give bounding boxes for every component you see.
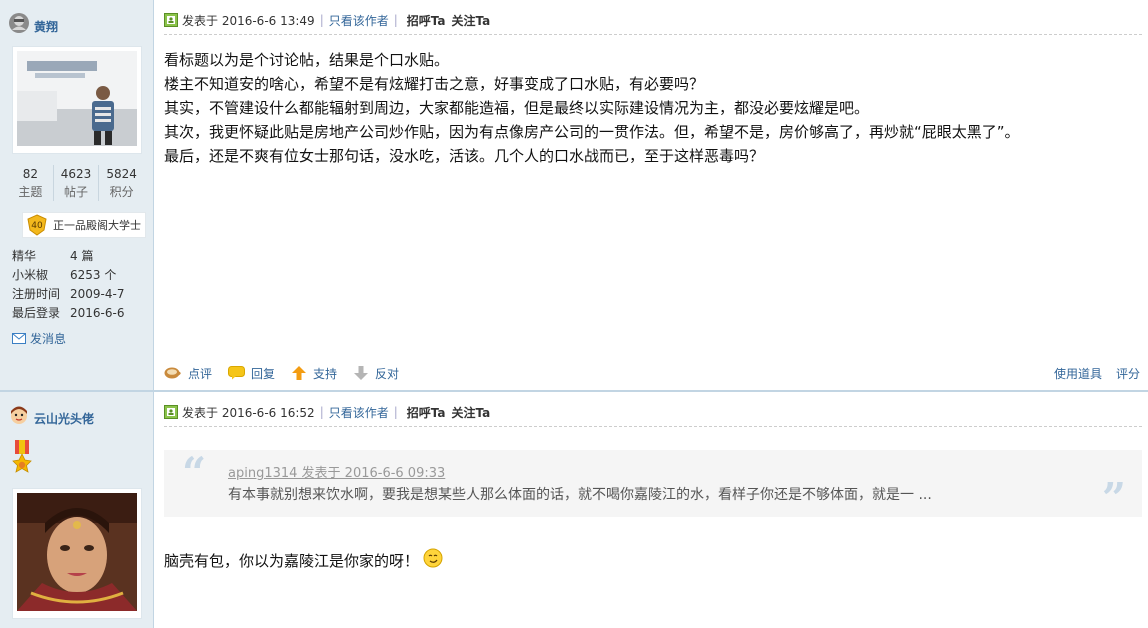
support-button[interactable]: 支持 bbox=[291, 365, 337, 382]
only-author-link[interactable]: 只看该作者 bbox=[329, 404, 389, 421]
author-name[interactable]: 黄翔 bbox=[34, 18, 58, 35]
stat-topics[interactable]: 82 主题 bbox=[8, 165, 54, 201]
reply-content: 脑壳有包，你以为嘉陵江是你家的呀！ bbox=[164, 548, 443, 571]
author-stats: 82 主题 4623 帖子 5824 积分 bbox=[8, 165, 144, 201]
use-tools-link[interactable]: 使用道具 bbox=[1054, 365, 1102, 382]
info-row-register: 注册时间 2009-4-7 bbox=[12, 285, 148, 304]
quote-close-icon: ” bbox=[1101, 474, 1126, 523]
post-time: 发表于 2016-6-6 13:49 bbox=[182, 13, 315, 28]
arrow-down-icon bbox=[354, 366, 369, 380]
content-line: 其次，我更怀疑此贴是房地产公司炒作贴，因为有点像房产公司的一贯作法。但，希望不是… bbox=[164, 123, 1020, 141]
author-photo[interactable] bbox=[12, 46, 142, 154]
stat-posts-label: 帖子 bbox=[64, 185, 89, 199]
post-1: 黄翔 82 主题 4623 帖子 5824 积分 40 正一品殿阁大学士 精华 … bbox=[0, 0, 1148, 394]
meta-separator: | bbox=[393, 13, 398, 27]
follow-link[interactable]: 关注Ta bbox=[452, 404, 491, 421]
smirk-emoji-icon bbox=[423, 548, 443, 567]
post-content: 看标题以为是个讨论帖，结果是个口水贴。 楼主不知道安的啥心，希望不是有炫耀打击之… bbox=[164, 48, 1138, 168]
reply-text: 脑壳有包，你以为嘉陵江是你家的呀！ bbox=[164, 552, 420, 570]
author-info: 精华 4 篇 小米椒 6253 个 注册时间 2009-4-7 最后登录 201… bbox=[12, 247, 148, 323]
info-value: 2016-6-6 bbox=[70, 306, 125, 320]
quote-open-icon: “ bbox=[182, 448, 207, 497]
content-line: 楼主不知道安的啥心，希望不是有炫耀打击之意，好事变成了口水贴，有必要吗？ bbox=[164, 75, 705, 93]
online-status-icon bbox=[164, 13, 178, 27]
meta-separator: | bbox=[393, 405, 398, 419]
info-value: 6253 个 bbox=[70, 268, 117, 282]
send-message-link[interactable]: 发消息 bbox=[12, 330, 66, 347]
user-default-avatar-icon[interactable] bbox=[8, 12, 30, 34]
post-main: 发表于 2016-6-6 13:49 | 只看该作者 | 招呼Ta 关注Ta 看… bbox=[154, 0, 1148, 392]
oppose-button[interactable]: 反对 bbox=[353, 365, 399, 382]
info-key: 小米椒 bbox=[12, 268, 49, 282]
meta-divider bbox=[164, 426, 1142, 427]
author-photo[interactable] bbox=[12, 488, 142, 619]
quote-source-link[interactable]: aping1314 发表于 2016-6-6 09:33 bbox=[228, 462, 445, 481]
meta-separator: | bbox=[319, 13, 324, 27]
post-time: 发表于 2016-6-6 16:52 bbox=[182, 405, 315, 420]
envelope-icon bbox=[12, 333, 26, 344]
info-row-last-login: 最后登录 2016-6-6 bbox=[12, 304, 148, 323]
support-label: 支持 bbox=[313, 366, 338, 381]
comment-button[interactable]: 点评 bbox=[164, 365, 212, 382]
post-main: 发表于 2016-6-6 16:52 | 只看该作者 | 招呼Ta 关注Ta “… bbox=[154, 392, 1148, 628]
meta-divider bbox=[164, 34, 1142, 35]
content-line: 其实，不管建设什么都能辐射到周边，大家都能造福，但是最终以实际建设情况为主，都没… bbox=[164, 99, 870, 117]
rank-title: 正一品殿阁大学士 bbox=[53, 219, 141, 232]
online-status-icon bbox=[164, 405, 178, 419]
info-value: 4 篇 bbox=[70, 249, 94, 263]
greet-link[interactable]: 招呼Ta bbox=[407, 404, 446, 421]
rate-link[interactable]: 评分 bbox=[1116, 365, 1140, 382]
author-name[interactable]: 云山光头佬 bbox=[34, 410, 94, 427]
send-message-label: 发消息 bbox=[30, 332, 67, 346]
reply-bubble-icon bbox=[228, 366, 246, 380]
content-line: 最后，还是不爽有位女士那句话，没水吃，活该。几个人的口水战而已，至于这样恶毒吗？ bbox=[164, 147, 765, 165]
post-actions: 点评 回复 支持 反对 使用道具 评分 bbox=[164, 362, 1148, 384]
user-cartoon-avatar-icon[interactable] bbox=[8, 404, 30, 426]
stat-points-count: 5824 bbox=[106, 167, 137, 181]
author-sidebar: 黄翔 82 主题 4623 帖子 5824 积分 40 正一品殿阁大学士 精华 … bbox=[0, 0, 154, 392]
follow-link[interactable]: 关注Ta bbox=[452, 12, 491, 29]
greet-link[interactable]: 招呼Ta bbox=[407, 12, 446, 29]
info-key: 注册时间 bbox=[12, 287, 61, 301]
meta-separator: | bbox=[319, 405, 324, 419]
content-line: 看标题以为是个讨论帖，结果是个口水贴。 bbox=[164, 51, 450, 69]
author-sidebar: 云山光头佬 bbox=[0, 392, 154, 628]
author-photo-image bbox=[17, 51, 137, 146]
stat-posts[interactable]: 4623 帖子 bbox=[54, 165, 100, 201]
stat-topics-label: 主题 bbox=[18, 185, 43, 199]
rank-badge-row: 40 正一品殿阁大学士 bbox=[22, 212, 146, 238]
rank-level: 40 bbox=[31, 221, 43, 231]
quote-block: “ aping1314 发表于 2016-6-6 09:33 有本事就别想来饮水… bbox=[164, 448, 1142, 523]
info-row-essence: 精华 4 篇 bbox=[12, 247, 148, 266]
post-2: 云山光头佬 发表于 2016-6-6 16:52 | 只看该作者 | 招呼Ta … bbox=[0, 392, 1148, 628]
quote-text: 有本事就别想来饮水啊，要我是想某些人那么体面的话，就不喝你嘉陵江的水，看样子你还… bbox=[228, 487, 932, 503]
info-row-pepper: 小米椒 6253 个 bbox=[12, 266, 148, 285]
info-key: 最后登录 bbox=[12, 306, 61, 320]
stat-posts-count: 4623 bbox=[60, 167, 92, 181]
info-value: 2009-4-7 bbox=[70, 287, 125, 301]
post-meta-bar: 发表于 2016-6-6 13:49 | 只看该作者 | 招呼Ta 关注Ta bbox=[164, 10, 1148, 30]
stat-topics-count: 82 bbox=[22, 167, 38, 181]
stat-points[interactable]: 5824 积分 bbox=[99, 165, 144, 201]
author-header: 黄翔 bbox=[8, 10, 58, 35]
author-header: 云山光头佬 bbox=[8, 402, 94, 427]
stat-points-label: 积分 bbox=[109, 185, 134, 199]
oppose-label: 反对 bbox=[375, 366, 400, 381]
comment-label: 点评 bbox=[188, 366, 213, 381]
only-author-link[interactable]: 只看该作者 bbox=[329, 12, 389, 29]
medal-icon bbox=[12, 440, 32, 473]
post-actions-right: 使用道具 评分 bbox=[1040, 362, 1140, 384]
info-key: 精华 bbox=[12, 249, 37, 263]
comment-cup-icon bbox=[164, 367, 181, 379]
reply-button[interactable]: 回复 bbox=[228, 365, 275, 382]
reply-label: 回复 bbox=[251, 366, 276, 381]
rank-level-icon: 40 bbox=[27, 214, 47, 236]
arrow-up-icon bbox=[292, 366, 307, 380]
author-photo-image bbox=[17, 493, 137, 611]
post-meta-bar: 发表于 2016-6-6 16:52 | 只看该作者 | 招呼Ta 关注Ta bbox=[164, 402, 1148, 422]
